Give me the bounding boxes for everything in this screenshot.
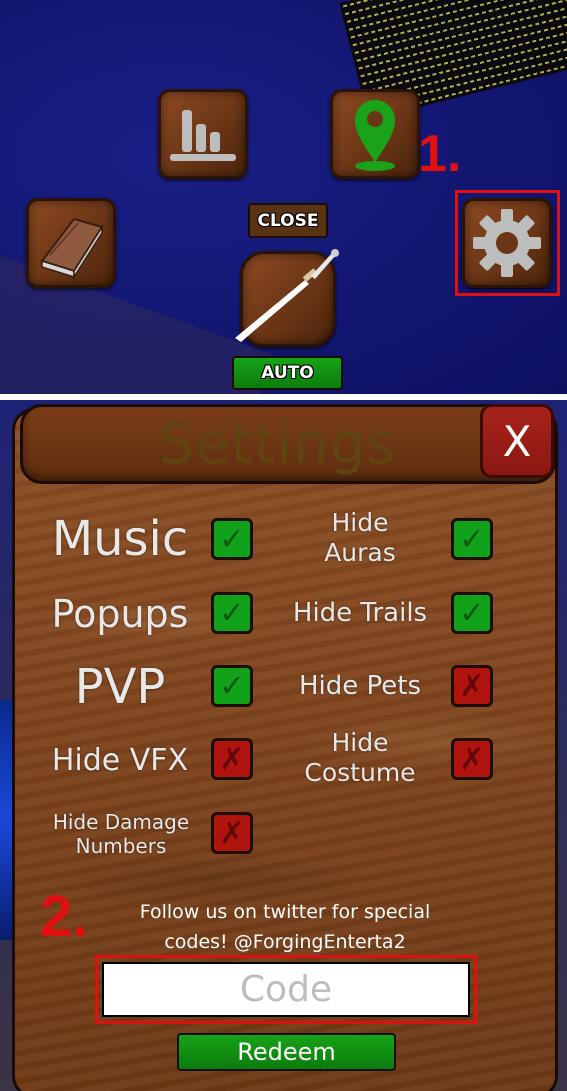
hide-pets-checkbox[interactable]: ✗ (451, 665, 493, 707)
redeem-button[interactable]: Redeem (177, 1033, 396, 1071)
hide-vfx-label: Hide VFX (51, 743, 189, 778)
hide-damage-numbers-label: Hide Damage Numbers (38, 804, 204, 864)
map-button[interactable] (330, 89, 420, 179)
hide-costume-label-line1: Hide (331, 728, 389, 757)
hide-trails-label: Hide Trails (292, 598, 428, 629)
music-label: Music (51, 511, 189, 568)
twitter-follow-line1: Follow us on twitter for special (139, 901, 431, 923)
hide-costume-checkbox[interactable]: ✗ (451, 738, 493, 780)
hide-vfx-checkbox[interactable]: ✗ (211, 738, 253, 780)
hide-damage-numbers-label-line2: Numbers (75, 834, 167, 858)
hide-trails-checkbox[interactable]: ✓ (451, 592, 493, 634)
pvp-checkbox[interactable]: ✓ (211, 665, 253, 707)
settings-title: Settings (158, 411, 397, 477)
code-input[interactable] (102, 962, 470, 1017)
sword-attack-button[interactable] (235, 249, 339, 347)
hide-damage-numbers-label-line1: Hide Damage (52, 810, 190, 834)
settings-close-button[interactable]: X (480, 404, 554, 478)
game-hud-panel: 1. CLOSE AUTO (0, 0, 567, 394)
popups-label: Popups (51, 592, 189, 637)
hide-auras-checkbox[interactable]: ✓ (451, 518, 493, 560)
settings-screen: Settings X Music ✓ Hide Auras ✓ Popups ✓… (0, 400, 567, 1091)
step-2-annotation: 2. (40, 884, 89, 949)
hide-pets-label: Hide Pets (298, 671, 422, 702)
hide-auras-label-line2: Auras (324, 538, 396, 567)
music-checkbox[interactable]: ✓ (211, 518, 253, 560)
sword-icon (235, 249, 339, 342)
bar-chart-icon (170, 110, 236, 161)
book-icon (40, 217, 104, 279)
map-pin-icon (355, 100, 395, 171)
twitter-follow-line2: codes! @ForgingEnterta2 (164, 931, 406, 953)
hide-auras-label-line1: Hide (331, 508, 389, 537)
hide-auras-label: Hide Auras (280, 500, 440, 576)
stats-button[interactable] (158, 89, 248, 179)
hide-costume-label-line2: Costume (304, 758, 416, 787)
hide-costume-label: Hide Costume (280, 720, 440, 796)
pvp-label: PVP (74, 659, 166, 716)
auto-button[interactable]: AUTO (232, 356, 343, 390)
settings-highlight-box (455, 190, 560, 296)
hide-damage-numbers-checkbox[interactable]: ✗ (211, 812, 253, 854)
twitter-follow-text: Follow us on twitter for special codes! … (100, 897, 470, 957)
popups-checkbox[interactable]: ✓ (211, 592, 253, 634)
step-1-annotation: 1. (418, 125, 462, 183)
code-highlight-box (95, 955, 477, 1024)
close-button[interactable]: CLOSE (248, 203, 328, 238)
book-button[interactable] (26, 198, 116, 288)
